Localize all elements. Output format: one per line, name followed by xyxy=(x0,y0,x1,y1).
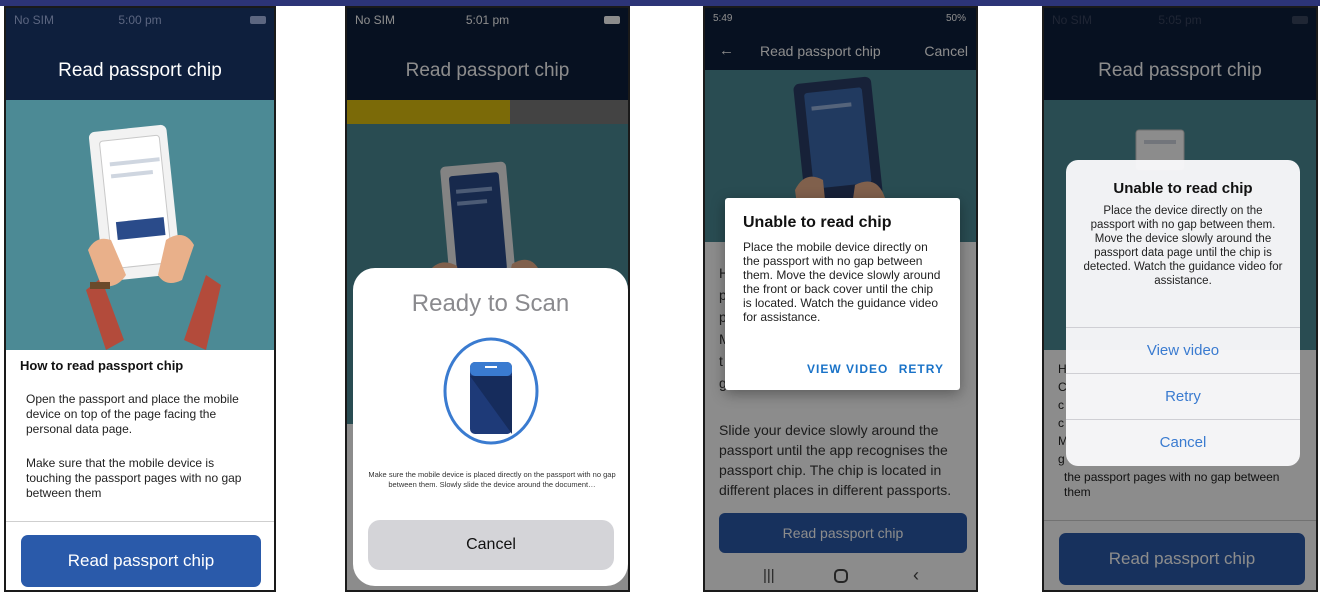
divider xyxy=(6,521,274,522)
phone-scan-icon xyxy=(443,337,539,445)
page-title: Read passport chip xyxy=(58,60,222,81)
view-video-button[interactable]: VIEW VIDEO xyxy=(807,362,888,376)
phone-screen-1: No SIM 5:00 pm Read passport chip How to… xyxy=(4,6,276,592)
status-bar: No SIM 5:00 pm xyxy=(6,8,274,34)
cancel-button[interactable]: Cancel xyxy=(368,520,614,570)
alert-message: Place the device directly on the passpor… xyxy=(1083,205,1283,287)
error-dialog: Unable to read chip Place the mobile dev… xyxy=(725,198,960,390)
dialog-title: Unable to read chip xyxy=(743,214,892,231)
alert-title: Unable to read chip xyxy=(1113,180,1253,197)
cancel-button[interactable]: Cancel xyxy=(1066,419,1300,466)
sheet-title: Ready to Scan xyxy=(411,290,570,317)
view-video-button[interactable]: View video xyxy=(1066,327,1300,374)
hands-holding-phone-illustration xyxy=(86,124,221,350)
error-alert: Unable to read chip Place the device dir… xyxy=(1066,160,1300,466)
battery-icon xyxy=(250,16,266,24)
retry-button[interactable]: RETRY xyxy=(899,362,944,376)
phone-screen-4: No SIM 5:05 pm Read passport chip HCccMg… xyxy=(1042,6,1318,592)
phone-screen-3: 5:49 50% ← Read passport chip Cancel Hpp… xyxy=(703,6,978,592)
instruction-paragraph: Make sure that the mobile device is touc… xyxy=(26,456,242,500)
phone-screen-2: No SIM 5:01 pm Read passport chip Ready … xyxy=(345,6,630,592)
scan-instruction: Make sure the mobile device is placed di… xyxy=(368,470,616,489)
section-heading: How to read passport chip xyxy=(20,358,184,373)
read-passport-chip-button[interactable]: Read passport chip xyxy=(21,535,261,587)
scan-sheet: Ready to Scan Make sure the mobile devic… xyxy=(353,268,628,586)
illustration xyxy=(6,100,274,350)
retry-button[interactable]: Retry xyxy=(1066,373,1300,420)
instruction-paragraph: Open the passport and place the mobile d… xyxy=(26,392,239,436)
status-time: 5:00 pm xyxy=(118,13,162,27)
dialog-message: Place the mobile device directly on the … xyxy=(743,240,941,324)
